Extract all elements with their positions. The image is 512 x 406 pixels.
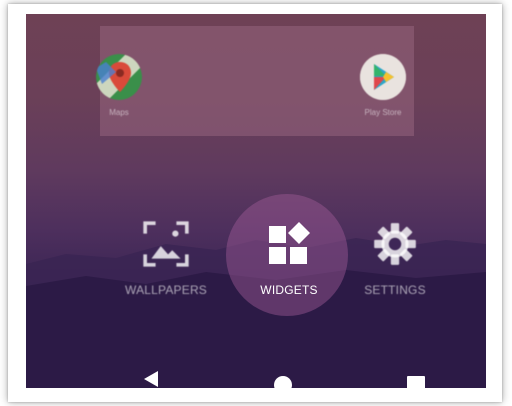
maps-label: Maps [109,108,129,117]
wallpapers-button[interactable]: WALLPAPERS [111,213,221,297]
wallpapers-label: WALLPAPERS [124,283,208,297]
wallpaper-icon [111,213,221,275]
gear-icon [340,213,450,275]
play-store-app[interactable]: Play Store [348,54,418,117]
home-screen-overview: Maps Play Store WALLPAPERS WIDGETS SETTI… [26,14,486,388]
recents-icon[interactable] [407,376,425,388]
settings-button[interactable]: SETTINGS [340,213,450,297]
home-icon[interactable] [274,376,292,388]
back-icon[interactable] [143,370,159,388]
play-store-icon [360,54,406,100]
maps-icon [96,54,142,100]
settings-label: SETTINGS [364,283,426,297]
widgets-label: WIDGETS [260,283,318,297]
widgets-button[interactable]: WIDGETS [234,213,344,297]
maps-app[interactable]: Maps [84,54,154,117]
play-store-label: Play Store [364,108,402,117]
widgets-icon [234,213,344,275]
